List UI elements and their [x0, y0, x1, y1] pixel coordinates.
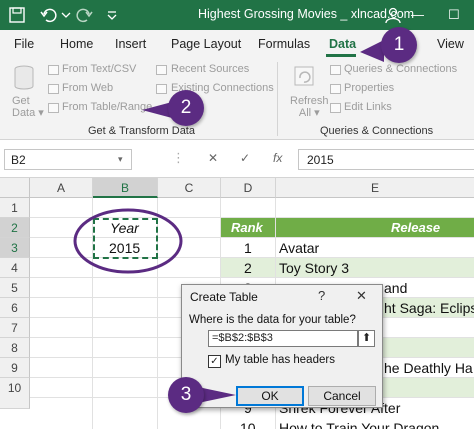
title-bar: Highest Grossing Movies _ xlncad.com — ☐ [0, 0, 474, 30]
row-header-7[interactable]: 7 [0, 318, 30, 338]
row-header-9[interactable]: 9 [0, 358, 30, 378]
column-header-a[interactable]: A [30, 178, 93, 198]
table-icon [48, 103, 59, 113]
release-cell[interactable]: and [384, 278, 407, 298]
rank-cell[interactable]: 1 [244, 238, 252, 258]
ok-button[interactable]: OK [236, 386, 304, 406]
edit-links-icon [330, 103, 341, 113]
recent-sources-button[interactable]: Recent Sources [171, 63, 249, 75]
release-cell[interactable]: Avatar [279, 238, 319, 258]
row-header-3[interactable]: 3 [0, 238, 30, 258]
insert-function-icon[interactable]: fx [273, 151, 282, 165]
formula-bar-grip-icon: ⋮ [172, 150, 185, 165]
tab-insert[interactable]: Insert [115, 37, 146, 51]
minimize-button[interactable]: — [411, 7, 424, 22]
formula-bar: B2 ▾ ⋮ ✕ ✓ fx 2015 [0, 140, 474, 178]
collapse-dialog-button[interactable]: ⬆ [358, 330, 375, 347]
edit-links-button[interactable]: Edit Links [344, 101, 392, 113]
formula-input[interactable]: 2015 [298, 149, 474, 170]
database-icon [14, 65, 34, 90]
release-cell[interactable]: How to Train Your Dragon [279, 418, 439, 429]
callout-badge-2: 2 [168, 90, 204, 126]
recent-sources-icon [156, 65, 167, 75]
user-icon[interactable] [384, 6, 402, 24]
text-csv-icon [48, 65, 59, 75]
rank-cell[interactable]: 2 [244, 258, 252, 278]
row-header-1[interactable]: 1 [0, 198, 30, 218]
refresh-all-button[interactable]: Refresh All ▾ [290, 95, 329, 119]
row-header-10[interactable]: 10 [0, 378, 30, 409]
existing-connections-icon [156, 84, 167, 94]
undo-icon[interactable] [40, 6, 58, 24]
range-input[interactable]: =$B$2:$B$3 [208, 330, 358, 347]
release-cell[interactable]: ht Saga: Eclipse [384, 298, 474, 318]
tab-data[interactable]: Data [329, 37, 356, 51]
ribbon: Get Data ▾ From Text/CSV From Web From T… [0, 58, 474, 140]
row-header-8[interactable]: 8 [0, 338, 30, 358]
window-title: Highest Grossing Movies _ xlncad.com [198, 7, 415, 21]
row-header-5[interactable]: 5 [0, 278, 30, 298]
cancel-entry-icon[interactable]: ✕ [208, 151, 218, 165]
headers-checkbox-label[interactable]: My table has headers [225, 354, 335, 366]
gridline [30, 277, 474, 278]
queries-icon [330, 65, 341, 75]
maximize-button[interactable]: ☐ [448, 7, 460, 23]
rank-cell[interactable]: 10 [240, 418, 256, 429]
release-cell[interactable]: Toy Story 3 [279, 258, 349, 278]
column-header-d[interactable]: D [221, 178, 276, 198]
tab-file[interactable]: File [14, 37, 34, 51]
help-button[interactable]: ? [318, 288, 325, 303]
save-icon[interactable] [8, 6, 26, 24]
table-header-rank[interactable]: Rank [231, 218, 263, 238]
row-header-4[interactable]: 4 [0, 258, 30, 278]
callout-badge-1: 1 [381, 27, 417, 63]
dialog-close-button[interactable]: ✕ [356, 288, 367, 304]
callout-pointer [198, 387, 236, 403]
customize-toolbar-icon[interactable] [103, 6, 121, 24]
active-tab-indicator [326, 54, 356, 57]
row-header-6[interactable]: 6 [0, 298, 30, 318]
tab-home[interactable]: Home [60, 37, 93, 51]
tab-formulas[interactable]: Formulas [258, 37, 310, 51]
column-header-b[interactable]: B [93, 178, 158, 198]
refresh-icon [294, 66, 314, 86]
name-box[interactable]: B2 [4, 149, 132, 170]
undo-dropdown-icon[interactable] [58, 6, 76, 24]
range-prompt-label: Where is the data for your table? [189, 314, 356, 326]
callout-badge-3: 3 [168, 377, 204, 413]
web-icon [48, 84, 59, 94]
redo-icon[interactable] [75, 6, 93, 24]
table-header-release[interactable]: Release [391, 218, 440, 238]
group-label-get-transform: Get & Transform Data [88, 125, 195, 137]
release-cell[interactable]: he Deathly Ha [384, 358, 473, 378]
from-web-button[interactable]: From Web [62, 82, 113, 94]
select-all-corner[interactable] [0, 178, 30, 198]
properties-button[interactable]: Properties [344, 82, 394, 94]
column-header-e[interactable]: E [276, 178, 474, 198]
row-header-2[interactable]: 2 [0, 218, 30, 238]
from-text-csv-button[interactable]: From Text/CSV [62, 63, 136, 75]
headers-checkbox[interactable]: ✓ [208, 355, 221, 368]
name-box-dropdown-icon[interactable]: ▾ [118, 154, 123, 165]
group-label-queries: Queries & Connections [320, 125, 434, 137]
highlight-ellipse [73, 208, 183, 274]
tab-page-layout[interactable]: Page Layout [171, 37, 241, 51]
column-header-c[interactable]: C [158, 178, 221, 198]
enter-entry-icon[interactable]: ✓ [240, 151, 250, 165]
ribbon-separator [277, 62, 278, 136]
tab-view[interactable]: View [437, 37, 464, 51]
cancel-button[interactable]: Cancel [308, 386, 376, 406]
properties-icon [330, 84, 341, 94]
dialog-title: Create Table [190, 290, 258, 304]
from-table-range-button[interactable]: From Table/Range [62, 101, 152, 113]
get-data-button[interactable]: Get Data ▾ [12, 95, 44, 119]
